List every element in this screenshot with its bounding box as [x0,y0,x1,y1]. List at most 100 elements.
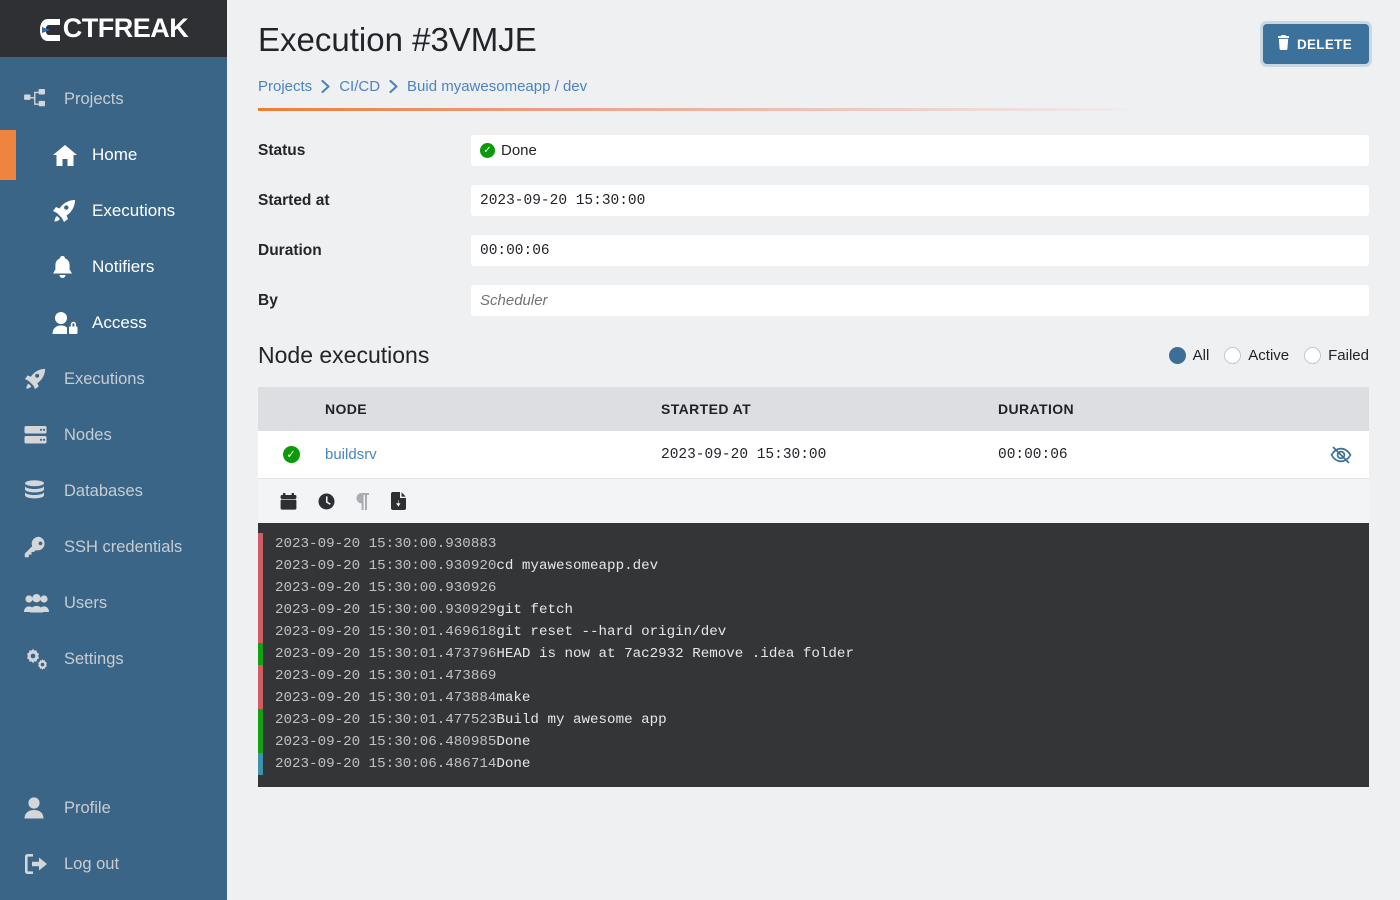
log-line: 2023-09-20 15:30:00.930926 [258,577,1369,599]
sidebar-item-projects[interactable]: Projects [0,71,227,127]
started-at-value[interactable]: 2023-09-20 15:30:00 [471,185,1369,216]
radio-dot [1304,347,1322,364]
logo-text: CTFREAK [62,13,189,43]
column-header-node: NODE [325,401,368,417]
database-icon [24,480,64,502]
sidebar-item-label: Home [92,145,138,164]
status-text: Done [501,142,537,159]
sidebar-item-label: Executions [92,201,176,220]
sidebar-item-executions[interactable]: Executions [0,351,227,407]
sidebar-item-notifiers[interactable]: Notifiers [0,239,227,295]
user-lock-icon [52,311,92,335]
sidebar-item-label: Databases [64,481,143,500]
breadcrumb-item-projects[interactable]: Projects [258,78,312,95]
key-icon [24,536,64,558]
sidebar-item-label: Executions [64,369,145,388]
log-message: HEAD is now at 7ac2932 Remove .idea fold… [496,646,854,662]
sidebar-item-nodes[interactable]: Nodes [0,407,227,463]
sidebar-item-settings[interactable]: Settings [0,631,227,687]
sidebar-item-home[interactable]: Home [0,127,227,183]
log-timestamp: 2023-09-20 15:30:01.473869 [275,668,497,684]
app-root: CTFREAK Projects Home Executions Notifie… [0,0,1400,900]
radio-filter-failed[interactable]: Failed [1304,347,1369,364]
sidebar-item-users[interactable]: Users [0,575,227,631]
rocket-icon [24,368,64,390]
log-line: 2023-09-20 15:30:01.473869 [258,665,1369,687]
table-row[interactable]: ✓ buildsrv 2023-09-20 15:30:00 00:00:06 [258,431,1369,479]
clock-icon[interactable] [318,493,335,510]
row-started-at: 2023-09-20 15:30:00 [661,446,827,463]
duration-value[interactable]: 00:00:06 [471,235,1369,266]
hide-output-icon[interactable] [1330,445,1352,465]
log-line: 2023-09-20 15:30:01.477523 Build my awes… [258,709,1369,731]
sidebar-item-ssh-credentials[interactable]: SSH credentials [0,519,227,575]
sign-out-icon [24,853,64,875]
log-timestamp: 2023-09-20 15:30:01.477523 [275,712,497,728]
log-line: 2023-09-20 15:30:06.486714 Done [258,753,1369,775]
log-severity-bar [258,599,263,621]
field-label: Started at [258,191,330,209]
sidebar-item-label: Nodes [64,425,112,444]
field-duration: Duration 00:00:06 [258,235,1369,266]
log-severity-bar [258,643,263,665]
rocket-icon [52,199,92,223]
radio-filter-active[interactable]: Active [1224,347,1289,364]
log-message: cd myawesomeapp.dev [496,558,659,574]
log-severity-bar [258,709,263,731]
sidebar-item-label: Projects [64,89,124,108]
calendar-icon[interactable] [280,492,297,510]
log-severity-bar [258,687,263,709]
delete-button[interactable]: DELETE [1262,24,1369,64]
users-icon [24,593,64,613]
ctfreak-mark-icon [39,16,61,42]
chevron-right-icon [389,80,398,93]
breadcrumb-item-cicd[interactable]: CI/CD [339,78,380,95]
log-timestamp: 2023-09-20 15:30:01.473884 [275,690,497,706]
breadcrumb-item-task[interactable]: Buid myawesomeapp / dev [407,78,587,95]
radio-label: Failed [1328,347,1369,364]
bell-icon [52,255,92,279]
paragraph-icon[interactable] [356,492,370,510]
log-output[interactable]: 2023-09-20 15:30:00.930883 2023-09-20 15… [258,523,1369,787]
sidebar-item-label: Settings [64,649,124,668]
log-severity-bar [258,533,263,555]
check-circle-icon: ✓ [480,143,495,158]
sitemap-icon [24,89,64,109]
sidebar-nav: Projects Home Executions Notifiers Acces… [0,57,227,780]
sidebar: CTFREAK Projects Home Executions Notifie… [0,0,227,900]
section-title: Node executions [258,342,430,368]
log-message: Build my awesome app [496,712,667,728]
by-value[interactable]: Scheduler [471,285,1369,316]
log-severity-bar [258,555,263,577]
field-started-at: Started at 2023-09-20 15:30:00 [258,185,1369,216]
node-executions-table: NODE STARTED AT DURATION ✓ buildsrv 2023… [258,387,1369,787]
sidebar-item-databases[interactable]: Databases [0,463,227,519]
breadcrumb: Projects CI/CD Buid myawesomeapp / dev [258,78,1369,95]
log-timestamp: 2023-09-20 15:30:06.486714 [275,756,497,772]
log-severity-bar [258,621,263,643]
log-timestamp: 2023-09-20 15:30:00.930920 [275,558,497,574]
sidebar-item-access[interactable]: Access [0,295,227,351]
log-line: 2023-09-20 15:30:00.930920 cd myawesomea… [258,555,1369,577]
sidebar-item-profile[interactable]: Profile [0,780,227,836]
file-download-icon[interactable] [391,492,406,510]
radio-dot [1224,347,1242,364]
field-label: Status [258,141,306,159]
node-link[interactable]: buildsrv [325,446,377,463]
radio-filter-all[interactable]: All [1168,347,1209,364]
page-title: Execution #3VMJE [258,21,537,58]
status-value: ✓ Done [471,135,1369,166]
app-logo[interactable]: CTFREAK [39,13,189,44]
log-message: git fetch [496,602,573,618]
server-icon [24,425,64,445]
radio-label: Active [1248,347,1290,364]
field-status: Status ✓ Done [258,135,1369,166]
sidebar-item-executions-sub[interactable]: Executions [0,183,227,239]
sidebar-item-label: Profile [64,798,111,817]
row-node: buildsrv [324,446,661,464]
log-message: git reset --hard origin/dev [496,624,727,640]
gears-icon [24,648,64,671]
log-line: 2023-09-20 15:30:01.473884 make [258,687,1369,709]
home-icon [52,144,92,167]
sidebar-item-log-out[interactable]: Log out [0,836,227,892]
